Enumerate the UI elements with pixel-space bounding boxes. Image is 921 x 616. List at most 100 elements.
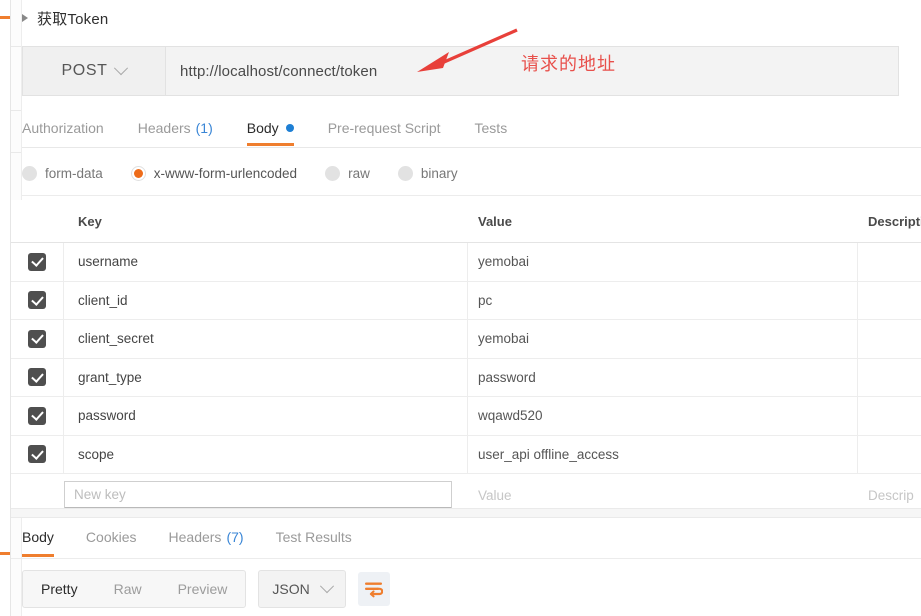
tab-label: Tests — [474, 120, 508, 136]
rail-accent-tick-bottom — [0, 552, 10, 555]
header-checkbox-cell — [11, 200, 64, 242]
response-format-label: JSON — [272, 581, 310, 597]
response-tab-cookies[interactable]: Cookies — [86, 516, 137, 557]
row-value-cell[interactable]: user_api offline_access — [468, 435, 858, 473]
row-description-cell[interactable] — [858, 359, 921, 397]
modified-dot-icon — [285, 124, 294, 132]
tab-count: (7) — [226, 528, 244, 545]
header-value: Value — [478, 213, 512, 229]
radio-label: form-data — [45, 166, 103, 181]
response-format-select[interactable]: JSON — [258, 570, 346, 608]
row-description-cell[interactable] — [858, 436, 921, 474]
tab-label: Headers — [137, 120, 191, 136]
row-key-cell[interactable]: scope — [64, 435, 468, 473]
table-row[interactable]: client_secret yemobai — [11, 320, 921, 359]
row-description-cell[interactable] — [858, 397, 921, 435]
tab-label: Cookies — [85, 528, 137, 545]
chevron-down-icon — [319, 579, 334, 594]
request-tabs: Authorization Headers (1) Body Pre-reque… — [22, 110, 921, 148]
tab-body[interactable]: Body — [246, 110, 294, 146]
tab-label: Pre-request Script — [327, 120, 441, 136]
row-key-cell[interactable]: client_secret — [64, 320, 468, 358]
radio-selected-icon — [130, 166, 146, 181]
radio-label: raw — [348, 166, 370, 181]
chevron-down-icon — [114, 61, 129, 76]
word-wrap-button[interactable] — [357, 572, 390, 606]
row-checkbox[interactable] — [28, 329, 46, 348]
radio-icon — [22, 166, 37, 181]
row-key: username — [78, 254, 139, 270]
row-checkbox-cell — [11, 320, 64, 358]
row-value-cell[interactable]: wqawd520 — [468, 397, 858, 435]
word-wrap-icon — [365, 582, 384, 597]
radio-label: x-www-form-urlencoded — [153, 166, 298, 181]
tab-label: Body — [22, 528, 54, 545]
row-description-cell[interactable] — [858, 320, 921, 358]
tab-headers[interactable]: Headers (1) — [138, 110, 213, 146]
header-key: Key — [78, 213, 102, 229]
row-checkbox-cell — [11, 435, 64, 473]
request-title-bar: 获取Token — [22, 0, 921, 36]
row-checkbox[interactable] — [28, 252, 46, 271]
row-description-cell[interactable] — [858, 243, 921, 281]
table-header-row: Key Value Descripti — [11, 200, 921, 243]
view-mode-group: Pretty Raw Preview — [22, 570, 247, 608]
tab-pre-request-script[interactable]: Pre-request Script — [328, 110, 441, 146]
tab-authorization[interactable]: Authorization — [22, 110, 104, 146]
row-value: user_api offline_access — [478, 446, 619, 462]
table-row[interactable]: scope user_api offline_access — [11, 435, 921, 474]
row-checkbox-cell — [11, 281, 64, 319]
row-key-cell[interactable]: client_id — [64, 281, 468, 319]
view-mode-pretty[interactable]: Pretty — [23, 571, 96, 607]
row-checkbox[interactable] — [28, 406, 46, 425]
response-tab-headers[interactable]: Headers (7) — [169, 516, 244, 557]
view-mode-preview[interactable]: Preview — [160, 571, 246, 607]
response-tabs: Body Cookies Headers (7) Test Results — [11, 516, 921, 559]
row-key-cell[interactable]: password — [64, 397, 468, 435]
row-key-cell[interactable]: username — [64, 243, 468, 281]
response-tab-body[interactable]: Body — [22, 516, 54, 557]
annotation-label: 请求的地址 — [521, 54, 616, 74]
triangle-right-icon[interactable] — [22, 14, 28, 22]
tab-count: (1) — [195, 120, 213, 136]
radio-icon — [325, 166, 341, 181]
row-value-cell[interactable]: pc — [468, 281, 858, 319]
new-key-input[interactable]: New key — [64, 481, 452, 509]
table-row[interactable]: username yemobai — [11, 243, 921, 282]
row-value-cell[interactable]: yemobai — [468, 243, 858, 281]
row-value-cell[interactable]: password — [468, 358, 858, 396]
tab-tests[interactable]: Tests — [475, 110, 508, 146]
rail-accent-tick-top — [0, 16, 10, 19]
view-mode-raw[interactable]: Raw — [96, 571, 160, 607]
response-tab-test-results[interactable]: Test Results — [276, 516, 352, 557]
row-key: grant_type — [78, 369, 142, 385]
tab-label: Test Results — [275, 528, 352, 545]
row-value: password — [478, 369, 536, 385]
http-method-select[interactable]: POST — [23, 47, 166, 95]
row-checkbox-cell — [11, 358, 64, 396]
rail-divider — [11, 46, 21, 47]
header-description: Descripti — [868, 213, 921, 229]
table-row[interactable]: grant_type password — [11, 358, 921, 397]
radio-icon — [397, 166, 413, 181]
radio-raw[interactable]: raw — [325, 166, 370, 181]
table-row[interactable]: client_id pc — [11, 281, 921, 320]
row-checkbox[interactable] — [28, 368, 46, 387]
page-title: 获取Token — [37, 10, 109, 28]
response-toolbar: Pretty Raw Preview JSON — [22, 570, 390, 608]
row-checkbox[interactable] — [28, 445, 46, 464]
row-value-cell[interactable]: yemobai — [468, 320, 858, 358]
table-row[interactable]: password wqawd520 — [11, 397, 921, 436]
row-value: yemobai — [478, 331, 530, 347]
radio-x-www-form-urlencoded[interactable]: x-www-form-urlencoded — [130, 166, 298, 181]
row-key-cell[interactable]: grant_type — [64, 358, 468, 396]
radio-label: binary — [420, 166, 458, 181]
radio-form-data[interactable]: form-data — [22, 166, 103, 181]
new-description-placeholder: Descrip — [868, 487, 914, 503]
http-method-label: POST — [61, 62, 108, 79]
row-checkbox[interactable] — [28, 291, 46, 310]
left-rail — [0, 0, 11, 616]
row-description-cell[interactable] — [858, 282, 921, 320]
radio-binary[interactable]: binary — [397, 166, 458, 181]
tab-label: Authorization — [22, 120, 104, 136]
